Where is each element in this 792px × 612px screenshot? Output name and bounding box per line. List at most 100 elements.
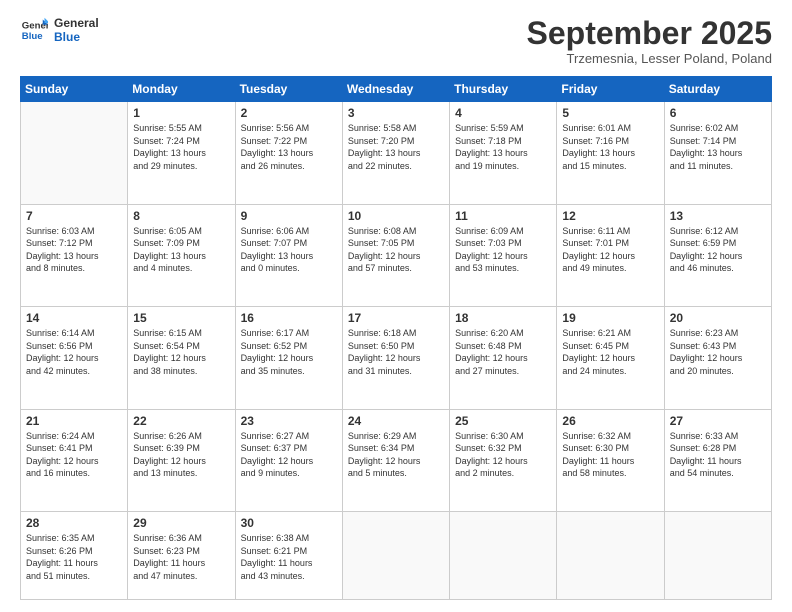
calendar-cell: 10 Sunrise: 6:08 AM Sunset: 7:05 PM Dayli…	[342, 204, 449, 307]
calendar-cell: 18 Sunrise: 6:20 AM Sunset: 6:48 PM Dayli…	[450, 307, 557, 410]
day-number: 12	[562, 209, 658, 223]
day-number: 28	[26, 516, 122, 530]
day-info: Sunrise: 6:02 AM Sunset: 7:14 PM Dayligh…	[670, 122, 766, 172]
calendar-cell: 3Sunrise: 5:58 AM Sunset: 7:20 PM Daylig…	[342, 102, 449, 205]
day-info: Sunrise: 6:32 AM Sunset: 6:30 PM Dayligh…	[562, 430, 658, 480]
calendar-cell	[557, 512, 664, 600]
day-number: 6	[670, 106, 766, 120]
day-number: 9	[241, 209, 337, 223]
calendar-cell: 5 Sunrise: 6:01 AM Sunset: 7:16 PM Daylig…	[557, 102, 664, 205]
day-info: Sunrise: 6:12 AM Sunset: 6:59 PM Dayligh…	[670, 225, 766, 275]
calendar-cell: 4 Sunrise: 5:59 AM Sunset: 7:18 PM Daylig…	[450, 102, 557, 205]
calendar-cell: 29Sunrise: 6:36 AM Sunset: 6:23 PM Dayli…	[128, 512, 235, 600]
calendar-header-friday: Friday	[557, 77, 664, 102]
day-number: 14	[26, 311, 122, 325]
day-info: Sunrise: 6:27 AM Sunset: 6:37 PM Dayligh…	[241, 430, 337, 480]
location: Trzemesnia, Lesser Poland, Poland	[527, 51, 772, 66]
calendar-cell: 26Sunrise: 6:32 AM Sunset: 6:30 PM Dayli…	[557, 409, 664, 512]
calendar-cell: 13 Sunrise: 6:12 AM Sunset: 6:59 PM Dayli…	[664, 204, 771, 307]
day-number: 1	[133, 106, 229, 120]
day-info: Sunrise: 6:09 AM Sunset: 7:03 PM Dayligh…	[455, 225, 551, 275]
day-info: Sunrise: 5:56 AM Sunset: 7:22 PM Dayligh…	[241, 122, 337, 172]
calendar-cell: 16 Sunrise: 6:17 AM Sunset: 6:52 PM Dayli…	[235, 307, 342, 410]
day-info: Sunrise: 6:05 AM Sunset: 7:09 PM Dayligh…	[133, 225, 229, 275]
day-number: 17	[348, 311, 444, 325]
day-info: Sunrise: 6:01 AM Sunset: 7:16 PM Dayligh…	[562, 122, 658, 172]
calendar-cell: 22 Sunrise: 6:26 AM Sunset: 6:39 PM Dayli…	[128, 409, 235, 512]
day-number: 22	[133, 414, 229, 428]
day-info: Sunrise: 6:06 AM Sunset: 7:07 PM Dayligh…	[241, 225, 337, 275]
day-number: 4	[455, 106, 551, 120]
calendar-header-thursday: Thursday	[450, 77, 557, 102]
month-title: September 2025	[527, 16, 772, 51]
calendar-header-sunday: Sunday	[21, 77, 128, 102]
day-info: Sunrise: 6:15 AM Sunset: 6:54 PM Dayligh…	[133, 327, 229, 377]
calendar-cell: 23 Sunrise: 6:27 AM Sunset: 6:37 PM Dayli…	[235, 409, 342, 512]
day-number: 20	[670, 311, 766, 325]
calendar-header-wednesday: Wednesday	[342, 77, 449, 102]
day-info: Sunrise: 6:14 AM Sunset: 6:56 PM Dayligh…	[26, 327, 122, 377]
day-info: Sunrise: 6:29 AM Sunset: 6:34 PM Dayligh…	[348, 430, 444, 480]
day-info: Sunrise: 6:11 AM Sunset: 7:01 PM Dayligh…	[562, 225, 658, 275]
logo: General Blue General Blue	[20, 16, 99, 44]
day-info: Sunrise: 6:08 AM Sunset: 7:05 PM Dayligh…	[348, 225, 444, 275]
day-number: 8	[133, 209, 229, 223]
day-info: Sunrise: 5:58 AM Sunset: 7:20 PM Dayligh…	[348, 122, 444, 172]
calendar-cell: 21 Sunrise: 6:24 AM Sunset: 6:41 PM Dayli…	[21, 409, 128, 512]
day-info: Sunrise: 6:21 AM Sunset: 6:45 PM Dayligh…	[562, 327, 658, 377]
day-number: 5	[562, 106, 658, 120]
day-info: Sunrise: 6:36 AM Sunset: 6:23 PM Dayligh…	[133, 532, 229, 582]
calendar-cell: 6 Sunrise: 6:02 AM Sunset: 7:14 PM Daylig…	[664, 102, 771, 205]
day-number: 24	[348, 414, 444, 428]
day-number: 7	[26, 209, 122, 223]
calendar-table: SundayMondayTuesdayWednesdayThursdayFrid…	[20, 76, 772, 600]
day-info: Sunrise: 6:26 AM Sunset: 6:39 PM Dayligh…	[133, 430, 229, 480]
day-number: 30	[241, 516, 337, 530]
calendar-cell: 7Sunrise: 6:03 AM Sunset: 7:12 PM Daylig…	[21, 204, 128, 307]
day-number: 10	[348, 209, 444, 223]
day-info: Sunrise: 6:23 AM Sunset: 6:43 PM Dayligh…	[670, 327, 766, 377]
day-number: 19	[562, 311, 658, 325]
day-number: 15	[133, 311, 229, 325]
day-number: 11	[455, 209, 551, 223]
calendar-header-monday: Monday	[128, 77, 235, 102]
calendar-cell: 19 Sunrise: 6:21 AM Sunset: 6:45 PM Dayli…	[557, 307, 664, 410]
calendar-cell	[450, 512, 557, 600]
calendar-cell: 1 Sunrise: 5:55 AM Sunset: 7:24 PM Daylig…	[128, 102, 235, 205]
day-info: Sunrise: 5:55 AM Sunset: 7:24 PM Dayligh…	[133, 122, 229, 172]
day-info: Sunrise: 6:24 AM Sunset: 6:41 PM Dayligh…	[26, 430, 122, 480]
calendar-cell: 15 Sunrise: 6:15 AM Sunset: 6:54 PM Dayli…	[128, 307, 235, 410]
day-number: 21	[26, 414, 122, 428]
calendar-cell: 12 Sunrise: 6:11 AM Sunset: 7:01 PM Dayli…	[557, 204, 664, 307]
calendar-cell: 25 Sunrise: 6:30 AM Sunset: 6:32 PM Dayli…	[450, 409, 557, 512]
logo-line1: General	[54, 16, 99, 30]
day-number: 13	[670, 209, 766, 223]
day-info: Sunrise: 6:30 AM Sunset: 6:32 PM Dayligh…	[455, 430, 551, 480]
calendar-cell: 11 Sunrise: 6:09 AM Sunset: 7:03 PM Dayli…	[450, 204, 557, 307]
svg-text:Blue: Blue	[22, 31, 43, 42]
day-info: Sunrise: 6:17 AM Sunset: 6:52 PM Dayligh…	[241, 327, 337, 377]
day-info: Sunrise: 5:59 AM Sunset: 7:18 PM Dayligh…	[455, 122, 551, 172]
calendar-cell: 27Sunrise: 6:33 AM Sunset: 6:28 PM Dayli…	[664, 409, 771, 512]
logo-line2: Blue	[54, 30, 99, 44]
calendar-cell	[342, 512, 449, 600]
header: General Blue General Blue September 2025…	[20, 16, 772, 66]
calendar-cell	[664, 512, 771, 600]
calendar-cell: 8 Sunrise: 6:05 AM Sunset: 7:09 PM Daylig…	[128, 204, 235, 307]
page: General Blue General Blue September 2025…	[0, 0, 792, 612]
calendar-cell: 28 Sunrise: 6:35 AM Sunset: 6:26 PM Dayli…	[21, 512, 128, 600]
day-info: Sunrise: 6:35 AM Sunset: 6:26 PM Dayligh…	[26, 532, 122, 582]
day-number: 23	[241, 414, 337, 428]
day-number: 25	[455, 414, 551, 428]
calendar-cell: 2Sunrise: 5:56 AM Sunset: 7:22 PM Daylig…	[235, 102, 342, 205]
title-block: September 2025 Trzemesnia, Lesser Poland…	[527, 16, 772, 66]
calendar-cell: 14 Sunrise: 6:14 AM Sunset: 6:56 PM Dayli…	[21, 307, 128, 410]
calendar-cell: 20 Sunrise: 6:23 AM Sunset: 6:43 PM Dayli…	[664, 307, 771, 410]
calendar-cell: 24 Sunrise: 6:29 AM Sunset: 6:34 PM Dayli…	[342, 409, 449, 512]
day-number: 16	[241, 311, 337, 325]
day-info: Sunrise: 6:38 AM Sunset: 6:21 PM Dayligh…	[241, 532, 337, 582]
day-number: 18	[455, 311, 551, 325]
calendar-header-saturday: Saturday	[664, 77, 771, 102]
day-info: Sunrise: 6:20 AM Sunset: 6:48 PM Dayligh…	[455, 327, 551, 377]
calendar-cell: 17Sunrise: 6:18 AM Sunset: 6:50 PM Dayli…	[342, 307, 449, 410]
